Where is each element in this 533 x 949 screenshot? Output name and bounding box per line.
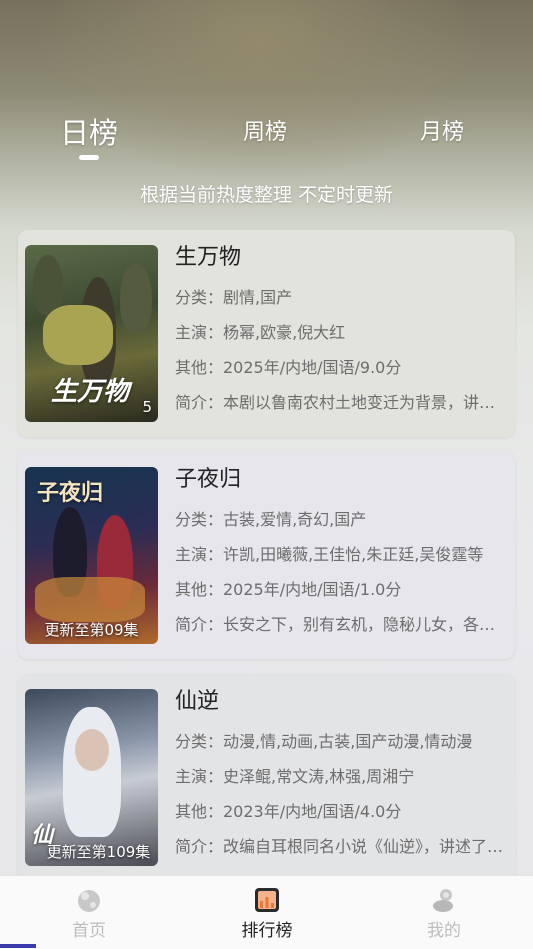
tab-daily[interactable]: 日榜	[60, 110, 118, 152]
ranking-tabs: 日榜 周榜 月榜	[0, 110, 533, 170]
card-other: 其他：2023年/内地/国语/4.0分	[175, 802, 402, 821]
ranking-icon	[255, 888, 279, 912]
episode-badge: 更新至第09集	[44, 621, 139, 639]
tab-monthly[interactable]: 月榜	[420, 114, 464, 146]
card-title: 子夜归	[175, 467, 242, 492]
nav-ranking-label: 排行榜	[241, 921, 293, 941]
card-cast: 主演：史泽鲲,常文涛,林强,周湘宁	[175, 767, 415, 786]
bottom-navigation: 首页 排行榜 我的	[0, 875, 533, 949]
poster-image: 仙 更新至第109集	[25, 689, 158, 866]
poster-figure	[120, 263, 152, 333]
profile-icon	[433, 889, 453, 912]
poster-image: 生万物 5	[25, 245, 158, 422]
card-info: 子夜归 分类：古装,爱情,奇幻,国产 主演：许凯,田曦薇,王佳怡,朱正廷,吴俊霆…	[175, 466, 510, 648]
card-cast: 主演：杨幂,欧豪,倪大红	[175, 323, 346, 342]
tab-weekly[interactable]: 周榜	[243, 114, 287, 146]
ranking-card[interactable]: 生万物 5 生万物 分类：剧情,国产 主演：杨幂,欧豪,倪大红 其他：2025年…	[18, 230, 515, 437]
card-genre: 分类：剧情,国产	[175, 288, 293, 307]
card-intro: 简介：长安之下，别有玄机，隐秘儿女，各显神通	[175, 615, 510, 634]
card-intro: 简介：改编自耳根同名小说《仙逆》，讲述了王林的故事	[175, 837, 510, 856]
system-bar-indicator	[0, 944, 36, 948]
poster-title: 生万物	[51, 377, 130, 407]
ranking-card[interactable]: 仙 更新至第109集 仙逆 分类：动漫,情,动画,古装,国产动漫,情动漫 主演：…	[18, 674, 515, 881]
ranking-card[interactable]: 子夜归 更新至第09集 子夜归 分类：古装,爱情,奇幻,国产 主演：许凯,田曦薇…	[18, 452, 515, 659]
card-intro: 简介：本剧以鲁南农村土地变迁为背景，讲述了一个家族的故事	[175, 393, 510, 412]
card-info: 生万物 分类：剧情,国产 主演：杨幂,欧豪,倪大红 其他：2025年/内地/国语…	[175, 244, 510, 426]
card-cast: 主演：许凯,田曦薇,王佳怡,朱正廷,吴俊霆等	[175, 545, 484, 564]
poster-title: 子夜归	[37, 481, 104, 506]
poster-figure	[33, 255, 63, 315]
home-icon	[78, 890, 100, 912]
card-other: 其他：2025年/内地/国语/9.0分	[175, 358, 402, 377]
poster-image: 子夜归 更新至第09集	[25, 467, 158, 644]
card-info: 仙逆 分类：动漫,情,动画,古装,国产动漫,情动漫 主演：史泽鲲,常文涛,林强,…	[175, 688, 510, 870]
ranking-subtitle: 根据当前热度整理 不定时更新	[139, 184, 394, 206]
nav-profile-label: 我的	[427, 921, 461, 941]
episode-badge: 更新至第109集	[46, 843, 151, 861]
poster-figure	[63, 707, 121, 837]
card-title: 仙逆	[175, 689, 220, 714]
nav-home-label: 首页	[72, 921, 106, 941]
nav-home[interactable]: 首页	[29, 876, 149, 949]
nav-ranking[interactable]: 排行榜	[207, 876, 327, 949]
episode-badge: 5	[142, 398, 152, 416]
card-genre: 分类：古装,爱情,奇幻,国产	[175, 510, 367, 529]
ranking-list: 生万物 5 生万物 分类：剧情,国产 主演：杨幂,欧豪,倪大红 其他：2025年…	[18, 230, 515, 896]
active-tab-indicator	[79, 155, 99, 160]
card-other: 其他：2025年/内地/国语/1.0分	[175, 580, 402, 599]
poster-wheat	[43, 305, 113, 365]
nav-profile[interactable]: 我的	[384, 876, 504, 949]
poster-face	[75, 729, 109, 771]
poster-scene	[35, 577, 145, 622]
card-title: 生万物	[175, 245, 242, 270]
card-genre: 分类：动漫,情,动画,古装,国产动漫,情动漫	[175, 732, 473, 751]
